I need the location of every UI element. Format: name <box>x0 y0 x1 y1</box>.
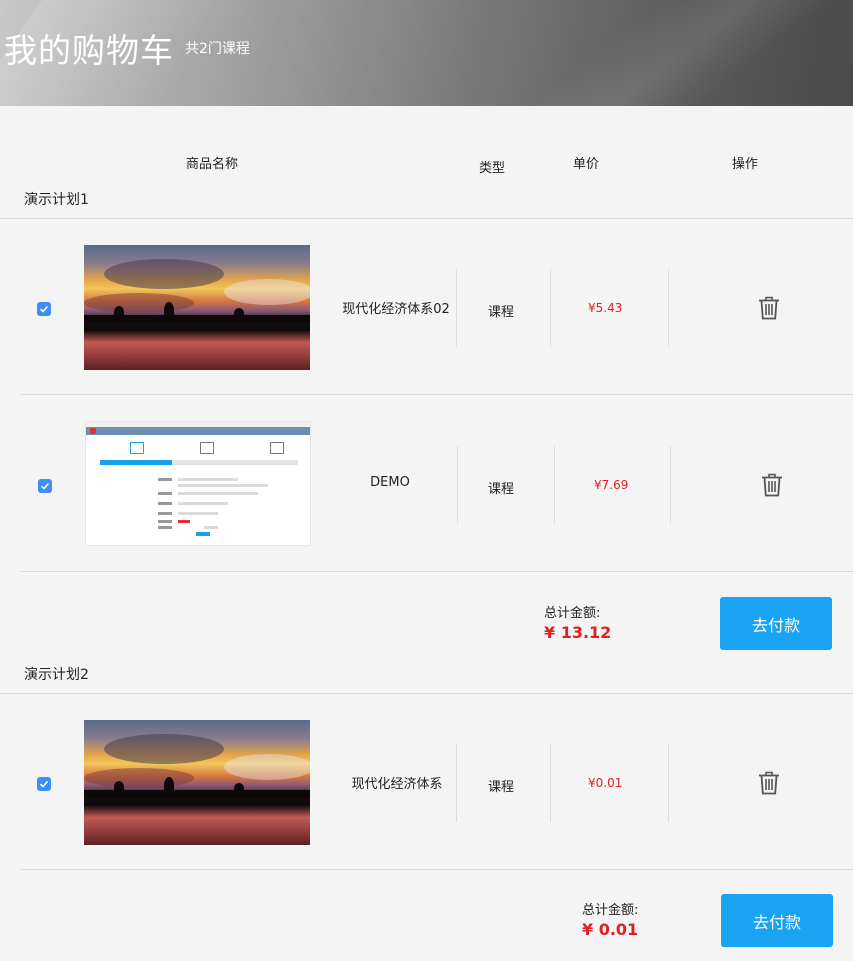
thumbnail-decoration <box>158 520 172 523</box>
thumbnail-decoration <box>86 427 310 435</box>
thumbnail-decoration <box>114 781 124 793</box>
total-amount: ¥ 0.01 <box>582 920 639 939</box>
thumbnail-decoration <box>164 777 174 793</box>
checkout-button[interactable]: 去付款 <box>720 597 832 650</box>
thumbnail-decoration <box>130 442 144 454</box>
item-price: ¥5.43 <box>588 301 623 315</box>
divider <box>554 446 555 524</box>
divider <box>668 744 669 822</box>
item-price: ¥7.69 <box>594 478 629 492</box>
item-name[interactable]: 现代化经济体系02 <box>340 298 452 317</box>
total-label: 总计金额: <box>582 903 639 918</box>
thumbnail-decoration <box>100 460 298 465</box>
course-count: 共2门课程 <box>185 41 250 57</box>
delete-item-button[interactable] <box>758 296 780 320</box>
thumbnail-decoration <box>158 526 172 529</box>
item-name[interactable]: DEMO <box>350 475 430 490</box>
divider <box>20 394 853 395</box>
column-header-action: 操作 <box>732 157 759 172</box>
column-header-name: 商品名称 <box>186 157 239 172</box>
column-header-type: 类型 <box>479 161 506 176</box>
divider <box>20 869 853 870</box>
delete-item-button[interactable] <box>761 473 783 497</box>
delete-item-button[interactable] <box>758 771 780 795</box>
course-thumbnail[interactable] <box>85 421 311 546</box>
divider <box>0 693 853 694</box>
divider <box>0 218 853 219</box>
divider <box>670 446 671 524</box>
thumbnail-decoration <box>164 302 174 318</box>
check-icon <box>40 482 50 490</box>
divider <box>550 269 551 347</box>
item-price: ¥0.01 <box>588 776 623 790</box>
page-header: 我的购物车 共2门课程 <box>0 0 853 106</box>
column-header-price: 单价 <box>573 157 600 172</box>
divider <box>457 446 458 524</box>
thumbnail-decoration <box>114 306 124 318</box>
thumbnail-decoration <box>224 754 310 780</box>
thumbnail-decoration <box>84 768 194 788</box>
item-name[interactable]: 现代化经济体系 <box>348 773 446 792</box>
thumbnail-decoration <box>178 478 238 481</box>
thumbnail-decoration <box>196 532 210 536</box>
item-type: 课程 <box>488 482 515 497</box>
check-icon <box>39 305 49 313</box>
trash-icon <box>759 771 779 795</box>
item-checkbox[interactable] <box>37 777 51 791</box>
divider <box>20 571 853 572</box>
thumbnail-decoration <box>178 492 258 495</box>
thumbnail-decoration <box>178 520 190 523</box>
total-amount: ¥ 13.12 <box>544 623 612 642</box>
group-title: 演示计划1 <box>24 192 89 208</box>
divider <box>456 269 457 347</box>
thumbnail-decoration <box>178 512 218 515</box>
thumbnail-decoration <box>158 478 172 481</box>
thumbnail-decoration <box>270 442 284 454</box>
course-thumbnail[interactable] <box>84 720 310 845</box>
thumbnail-decoration <box>158 512 172 515</box>
divider <box>456 744 457 822</box>
thumbnail-decoration <box>158 492 172 495</box>
thumbnail-decoration <box>104 259 224 289</box>
thumbnail-decoration <box>84 293 194 313</box>
check-icon <box>39 780 49 788</box>
item-type: 课程 <box>488 305 515 320</box>
thumbnail-decoration <box>158 502 172 505</box>
total-label: 总计金额: <box>544 606 601 621</box>
thumbnail-decoration <box>224 279 310 305</box>
thumbnail-decoration <box>90 428 96 434</box>
thumbnail-decoration <box>234 308 244 318</box>
thumbnail-decoration <box>204 526 218 529</box>
group-title: 演示计划2 <box>24 667 89 683</box>
trash-icon <box>759 296 779 320</box>
thumbnail-decoration <box>178 502 228 505</box>
item-checkbox[interactable] <box>38 479 52 493</box>
thumbnail-decoration <box>104 734 224 764</box>
thumbnail-decoration <box>200 442 214 454</box>
thumbnail-decoration <box>234 783 244 793</box>
item-checkbox[interactable] <box>37 302 51 316</box>
course-thumbnail[interactable] <box>84 245 310 370</box>
trash-icon <box>762 473 782 497</box>
thumbnail-decoration <box>178 484 268 487</box>
page-title: 我的购物车 <box>4 31 174 70</box>
checkout-button[interactable]: 去付款 <box>721 894 833 947</box>
divider <box>550 744 551 822</box>
item-type: 课程 <box>488 780 515 795</box>
header-decoration <box>328 0 853 106</box>
divider <box>668 269 669 347</box>
